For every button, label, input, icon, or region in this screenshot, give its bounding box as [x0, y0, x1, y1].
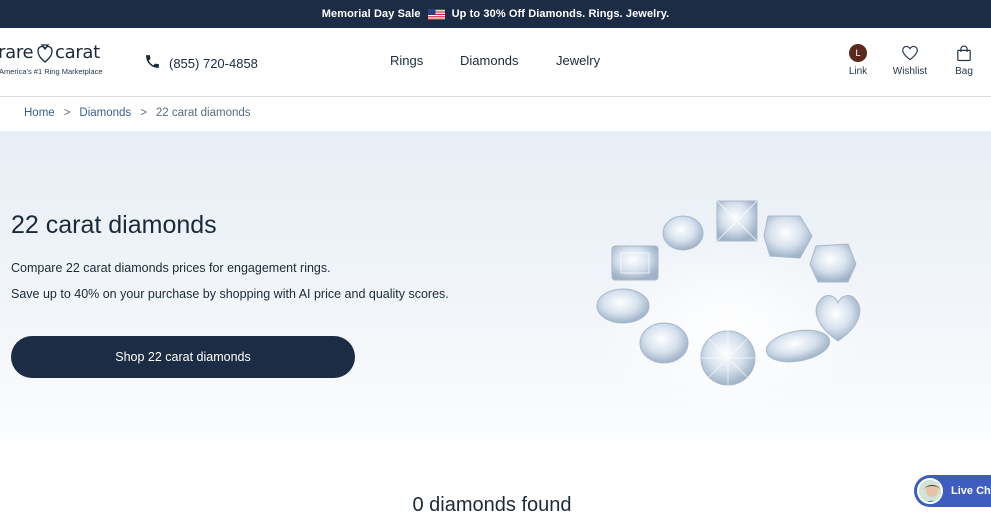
breadcrumb: Home > Diamonds > 22 carat diamonds: [24, 107, 251, 119]
bag-link[interactable]: Bag: [944, 42, 984, 77]
account-label: Link: [848, 66, 868, 77]
heart-diamond-icon: [37, 44, 53, 68]
live-chat-label: Live Ch: [951, 485, 991, 497]
breadcrumb-separator: >: [63, 107, 71, 119]
hero-description-line2: Save up to 40% on your purchase by shopp…: [11, 287, 449, 301]
hero-section: 22 carat diamonds Compare 22 carat diamo…: [0, 131, 991, 440]
phone-link[interactable]: (855) 720-4858: [144, 53, 258, 73]
account-link[interactable]: L Link: [838, 42, 878, 77]
promo-bar[interactable]: Memorial Day Sale Up to 30% Off Diamonds…: [0, 0, 991, 28]
hero-description-line1: Compare 22 carat diamonds prices for eng…: [11, 261, 331, 275]
logo-word-carat: carat: [55, 42, 100, 63]
logo-tagline: America's #1 Ring Marketplace: [0, 67, 103, 76]
phone-icon: [144, 53, 161, 73]
promo-right-text: Up to 30% Off Diamonds. Rings. Jewelry.: [451, 8, 670, 20]
bag-label: Bag: [955, 66, 973, 77]
us-flag-icon: [427, 8, 445, 20]
nav-jewelry[interactable]: Jewelry: [556, 53, 600, 68]
page-title: 22 carat diamonds: [11, 211, 217, 239]
nav-diamonds[interactable]: Diamonds: [460, 53, 519, 68]
site-logo[interactable]: rare carat America's #1 Ring Marketplace: [0, 42, 110, 78]
results-count: 0 diamonds found: [412, 494, 572, 516]
live-chat-button[interactable]: Live Ch: [914, 475, 991, 507]
wishlist-link[interactable]: Wishlist: [890, 42, 930, 77]
breadcrumb-current: 22 carat diamonds: [155, 107, 251, 119]
wishlist-label: Wishlist: [892, 66, 928, 77]
diamond-ring-image: [580, 186, 880, 416]
breadcrumb-diamonds[interactable]: Diamonds: [79, 107, 131, 119]
breadcrumb-home[interactable]: Home: [24, 107, 55, 119]
shop-diamonds-button[interactable]: Shop 22 carat diamonds: [11, 336, 355, 378]
phone-number: (855) 720-4858: [169, 55, 258, 71]
breadcrumb-separator: >: [140, 107, 147, 119]
logo-word-rare: rare: [0, 42, 34, 63]
promo-left-text: Memorial Day Sale: [321, 8, 421, 20]
nav-rings[interactable]: Rings: [390, 53, 423, 68]
heart-icon: [901, 42, 919, 64]
agent-avatar: [917, 478, 943, 504]
bag-icon: [956, 42, 972, 64]
site-header: rare carat America's #1 Ring Marketplace…: [0, 28, 991, 97]
avatar: L: [849, 44, 867, 62]
